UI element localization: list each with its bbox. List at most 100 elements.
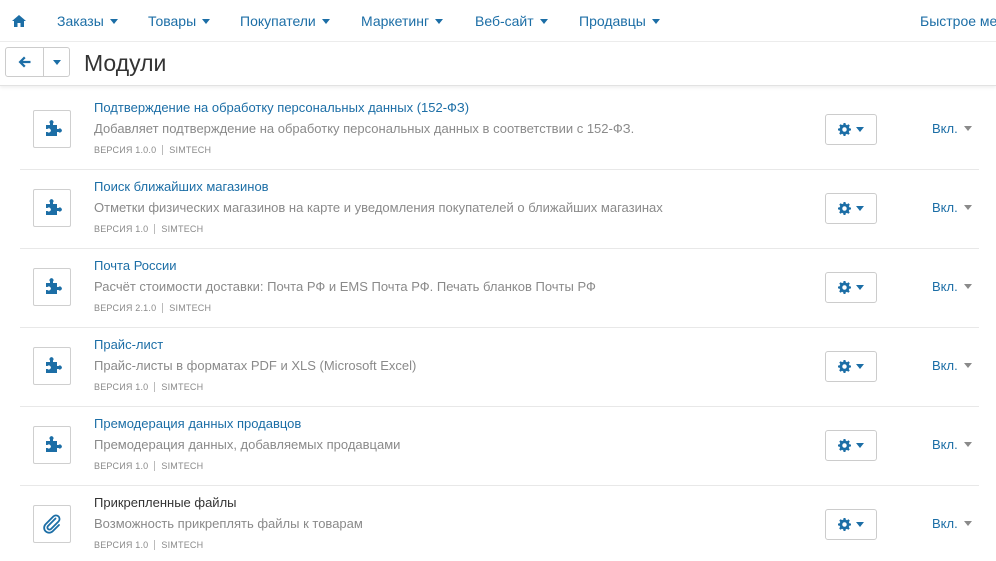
module-description: Премодерация данных, добавляемых продавц…: [94, 437, 401, 452]
module-meta: ВЕРСИЯ 1.0 SIMTECH: [94, 540, 203, 550]
chevron-down-icon: [856, 127, 864, 132]
nav-products-label: Товары: [148, 13, 197, 29]
chevron-down-icon: [963, 126, 972, 131]
puzzle-icon: [33, 347, 71, 385]
module-version: ВЕРСИЯ 1.0: [94, 540, 149, 550]
module-meta: ВЕРСИЯ 2.1.0 SIMTECH: [94, 303, 211, 313]
gear-icon: [838, 439, 851, 452]
nav-website[interactable]: Веб-сайт: [475, 0, 548, 42]
back-button[interactable]: [6, 48, 44, 76]
arrow-left-icon: [18, 56, 31, 68]
module-version: ВЕРСИЯ 1.0: [94, 382, 149, 392]
meta-separator: [154, 224, 156, 234]
module-description: Добавляет подтверждение на обработку пер…: [94, 121, 635, 136]
chevron-down-icon: [321, 19, 330, 24]
chevron-down-icon: [963, 205, 972, 210]
module-settings-button[interactable]: [825, 114, 877, 145]
module-version: ВЕРСИЯ 1.0: [94, 224, 149, 234]
module-name: Прикрепленные файлы: [94, 495, 237, 510]
chevron-down-icon: [202, 19, 211, 24]
module-vendor: SIMTECH: [161, 540, 204, 550]
home-icon[interactable]: [12, 0, 26, 42]
module-name-link[interactable]: Подтверждение на обработку персональных …: [94, 100, 469, 115]
module-vendor: SIMTECH: [161, 382, 204, 392]
module-status-label: Вкл.: [932, 121, 958, 136]
meta-separator: [154, 382, 156, 392]
gear-icon: [838, 281, 851, 294]
module-row: Подтверждение на обработку персональных …: [20, 91, 979, 170]
chevron-down-icon: [963, 521, 972, 526]
module-settings-button[interactable]: [825, 193, 877, 224]
title-bar: Модули: [0, 42, 996, 86]
module-settings-button[interactable]: [825, 351, 877, 382]
chevron-down-icon: [963, 363, 972, 368]
module-status-dropdown[interactable]: Вкл.: [932, 516, 972, 531]
top-navigation: Заказы Товары Покупатели Маркетинг Веб-с…: [0, 0, 996, 42]
chevron-down-icon: [856, 522, 864, 527]
module-vendor: SIMTECH: [169, 145, 212, 155]
nav-vendors[interactable]: Продавцы: [579, 0, 660, 42]
module-meta: ВЕРСИЯ 1.0 SIMTECH: [94, 382, 203, 392]
module-status-dropdown[interactable]: Вкл.: [932, 437, 972, 452]
meta-separator: [154, 540, 156, 550]
module-version: ВЕРСИЯ 2.1.0: [94, 303, 157, 313]
module-meta: ВЕРСИЯ 1.0.0 SIMTECH: [94, 145, 211, 155]
puzzle-icon: [33, 268, 71, 306]
chevron-down-icon: [856, 364, 864, 369]
module-name-link[interactable]: Премодерация данных продавцов: [94, 416, 301, 431]
module-status-label: Вкл.: [932, 437, 958, 452]
nav-vendors-label: Продавцы: [579, 13, 646, 29]
page-title: Модули: [84, 50, 167, 76]
back-button-group: [5, 47, 70, 77]
module-vendor: SIMTECH: [161, 224, 204, 234]
module-meta: ВЕРСИЯ 1.0 SIMTECH: [94, 224, 203, 234]
back-dropdown-button[interactable]: [44, 48, 69, 76]
nav-orders-label: Заказы: [57, 13, 104, 29]
gear-icon: [838, 360, 851, 373]
module-status-dropdown[interactable]: Вкл.: [932, 121, 972, 136]
module-settings-button[interactable]: [825, 272, 877, 303]
nav-quick-menu[interactable]: Быстрое меню: [920, 0, 996, 42]
module-settings-button[interactable]: [825, 430, 877, 461]
paperclip-icon: [33, 505, 71, 543]
meta-separator: [162, 145, 164, 155]
chevron-down-icon: [52, 59, 61, 65]
module-name-link[interactable]: Прайс-лист: [94, 337, 163, 352]
module-version: ВЕРСИЯ 1.0: [94, 461, 149, 471]
meta-separator: [154, 461, 156, 471]
chevron-down-icon: [856, 206, 864, 211]
module-row: Почта России Расчёт стоимости доставки: …: [20, 249, 979, 328]
module-row: Премодерация данных продавцов Премодерац…: [20, 407, 979, 486]
chevron-down-icon: [109, 19, 118, 24]
nav-marketing[interactable]: Маркетинг: [361, 0, 444, 42]
chevron-down-icon: [963, 284, 972, 289]
chevron-down-icon: [856, 443, 864, 448]
chevron-down-icon: [435, 19, 444, 24]
meta-separator: [162, 303, 164, 313]
gear-icon: [838, 202, 851, 215]
module-meta: ВЕРСИЯ 1.0 SIMTECH: [94, 461, 203, 471]
module-status-dropdown[interactable]: Вкл.: [932, 279, 972, 294]
module-name-link[interactable]: Поиск ближайших магазинов: [94, 179, 269, 194]
module-name-link[interactable]: Почта России: [94, 258, 177, 273]
module-description: Прайс-листы в форматах PDF и XLS (Micros…: [94, 358, 417, 373]
nav-customers[interactable]: Покупатели: [240, 0, 330, 42]
gear-icon: [838, 518, 851, 531]
nav-website-label: Веб-сайт: [475, 13, 534, 29]
module-description: Возможность прикреплять файлы к товарам: [94, 516, 363, 531]
nav-orders[interactable]: Заказы: [57, 0, 118, 42]
module-row: Прайс-лист Прайс-листы в форматах PDF и …: [20, 328, 979, 407]
module-settings-button[interactable]: [825, 509, 877, 540]
chevron-down-icon: [539, 19, 548, 24]
puzzle-icon: [33, 426, 71, 464]
chevron-down-icon: [963, 442, 972, 447]
module-status-dropdown[interactable]: Вкл.: [932, 358, 972, 373]
nav-marketing-label: Маркетинг: [361, 13, 430, 29]
module-status-label: Вкл.: [932, 358, 958, 373]
module-status-label: Вкл.: [932, 279, 958, 294]
module-row: Прикрепленные файлы Возможность прикрепл…: [20, 486, 979, 561]
module-status-dropdown[interactable]: Вкл.: [932, 200, 972, 215]
module-vendor: SIMTECH: [169, 303, 212, 313]
module-vendor: SIMTECH: [161, 461, 204, 471]
nav-products[interactable]: Товары: [148, 0, 211, 42]
